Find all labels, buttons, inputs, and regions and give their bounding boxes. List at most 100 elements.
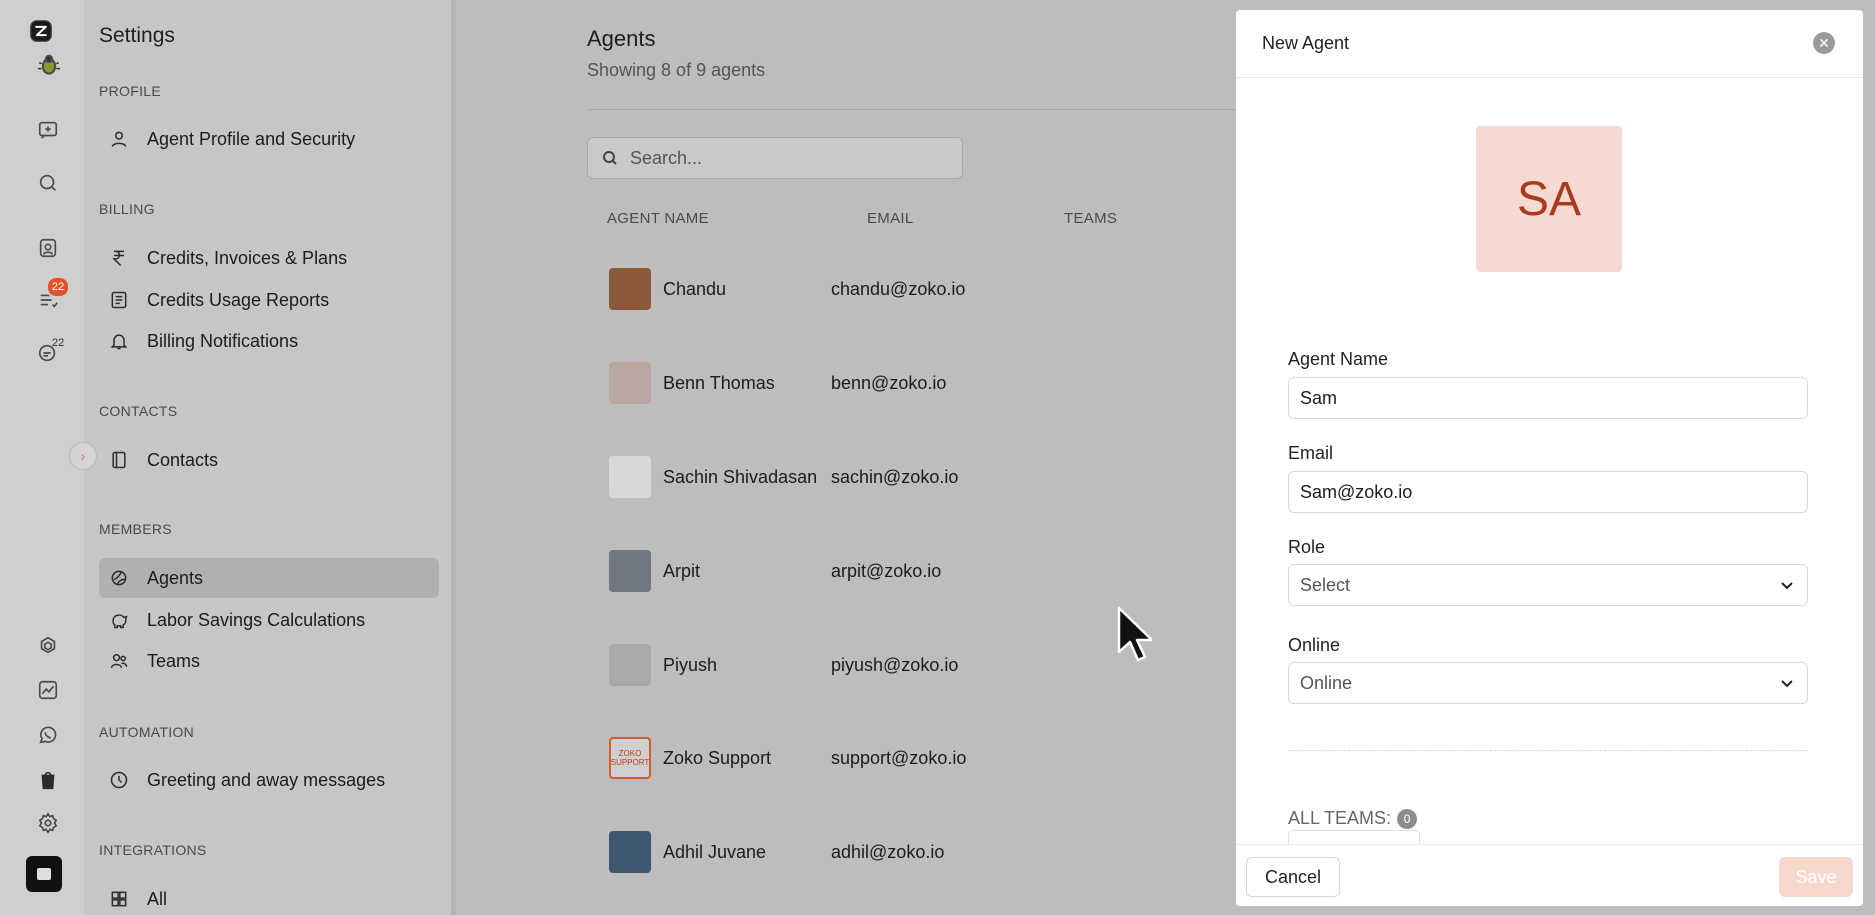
agent-avatar — [609, 456, 651, 498]
modal-header: New Agent — [1236, 10, 1863, 78]
nav-item-label: Contacts — [147, 449, 219, 470]
agent-initials-avatar: SA — [1476, 126, 1622, 272]
nav-item-greeting[interactable]: Greeting and away messages — [99, 760, 439, 800]
address-book-icon — [107, 448, 131, 472]
agent-name: Sachin Shivadasan — [663, 466, 818, 487]
agent-name: Arpit — [663, 560, 701, 581]
nav-item-billing-notifications[interactable]: Billing Notifications — [99, 321, 439, 361]
nav-item-label: All — [147, 888, 168, 909]
all-teams-header: ALL TEAMS: 0 — [1288, 808, 1418, 829]
role-select[interactable]: Select — [1288, 564, 1808, 606]
agent-name: Piyush — [663, 654, 718, 675]
search-icon[interactable] — [28, 163, 68, 203]
section-billing: BILLING — [99, 201, 155, 217]
section-profile: PROFILE — [99, 83, 162, 99]
agent-email: adhil@zoko.io — [831, 841, 945, 862]
agent-email: support@zoko.io — [831, 747, 967, 768]
nav-item-label: Credits Usage Reports — [147, 289, 330, 310]
new-chat-icon[interactable] — [28, 110, 68, 150]
table-row[interactable]: Chandu chandu@zoko.io — [609, 267, 1229, 311]
table-row[interactable]: Benn Thomas benn@zoko.io — [609, 361, 1229, 405]
mouse-cursor-icon — [1117, 606, 1152, 662]
settings-gear-icon[interactable] — [28, 803, 68, 843]
chat-count: 22 — [52, 337, 65, 349]
notification-badge: 22 — [46, 276, 70, 298]
nav-item-credits-plans[interactable]: Credits, Invoices & Plans — [99, 238, 439, 278]
agent-avatar — [609, 644, 651, 686]
email-field[interactable]: Sam@zoko.io — [1288, 471, 1808, 513]
role-label: Role — [1288, 537, 1326, 557]
nav-item-labor-savings[interactable]: Labor Savings Calculations — [99, 600, 439, 640]
chevron-down-icon — [1781, 582, 1793, 590]
new-agent-modal: New Agent ✕ SA Agent Name Sam Email Sam@… — [1236, 10, 1863, 906]
search-icon — [603, 151, 617, 165]
bug-icon[interactable] — [38, 54, 60, 76]
section-contacts: CONTACTS — [99, 403, 178, 419]
table-row[interactable]: Adhil Juvane adhil@zoko.io — [609, 830, 1229, 874]
section-integrations: INTEGRATIONS — [99, 842, 207, 858]
openai-icon[interactable] — [28, 626, 68, 666]
section-automation: AUTOMATION — [99, 724, 195, 740]
section-divider — [1288, 750, 1808, 751]
section-members: MEMBERS — [99, 521, 172, 537]
agent-name: Zoko Support — [663, 747, 772, 768]
team-icon — [107, 649, 131, 673]
report-icon — [107, 288, 131, 312]
zoko-logo-icon[interactable] — [30, 20, 52, 42]
agents-count: Showing 8 of 9 agents — [587, 60, 766, 80]
cancel-button[interactable]: Cancel — [1246, 857, 1340, 897]
close-button[interactable]: ✕ — [1813, 32, 1835, 54]
agent-email: arpit@zoko.io — [831, 560, 942, 581]
agent-avatar: ZOKO SUPPORT — [609, 737, 651, 779]
online-select[interactable]: Online — [1288, 662, 1808, 704]
column-header-email[interactable]: EMAIL — [867, 210, 914, 227]
modal-footer: Cancel Save — [1236, 844, 1863, 906]
nav-item-all[interactable]: All — [99, 879, 439, 915]
contacts-card-icon[interactable] — [28, 228, 68, 268]
nav-item-credits-usage[interactable]: Credits Usage Reports — [99, 280, 439, 320]
nav-item-label: Greeting and away messages — [147, 769, 386, 790]
nav-item-label: Agents — [147, 567, 204, 588]
rupee-icon — [107, 246, 131, 270]
clock-icon — [107, 768, 131, 792]
close-icon: ✕ — [1818, 34, 1830, 51]
online-label: Online — [1288, 635, 1341, 655]
agent-email: sachin@zoko.io — [831, 466, 959, 487]
table-row[interactable]: Sachin Shivadasan sachin@zoko.io — [609, 455, 1229, 499]
zoko-support-logo: ZOKO SUPPORT — [610, 749, 650, 767]
nav-item-label: Billing Notifications — [147, 330, 299, 351]
agent-name-field[interactable]: Sam — [1288, 377, 1808, 419]
agent-avatar — [609, 362, 651, 404]
search-input[interactable] — [630, 147, 950, 169]
agent-name: Adhil Juvane — [663, 841, 767, 862]
grid-icon — [107, 887, 131, 911]
settings-nav: Settings PROFILE Agent Profile and Secur… — [84, 0, 456, 915]
email-label: Email — [1288, 443, 1334, 463]
nav-item-label: Labor Savings Calculations — [147, 609, 366, 630]
analytics-icon[interactable] — [28, 670, 68, 710]
nav-item-label: Agent Profile and Security — [147, 128, 356, 149]
nav-item-agents[interactable]: Agents — [99, 558, 439, 598]
nav-item-agent-profile[interactable]: Agent Profile and Security — [99, 119, 439, 159]
nav-item-contacts[interactable]: Contacts — [99, 440, 439, 480]
role-select-value: Select — [1300, 574, 1351, 595]
nav-item-teams[interactable]: Teams — [99, 641, 439, 681]
column-header-teams[interactable]: TEAMS — [1064, 210, 1117, 227]
online-select-value: Online — [1300, 672, 1353, 693]
table-row[interactable]: ZOKO SUPPORT Zoko Support support@zoko.io — [609, 736, 1229, 780]
chat-glyph-icon — [37, 868, 51, 880]
shopify-icon[interactable] — [28, 760, 68, 800]
modal-title: New Agent — [1262, 33, 1350, 53]
column-header-name[interactable]: AGENT NAME — [607, 210, 709, 227]
table-row[interactable]: Arpit arpit@zoko.io — [609, 549, 1229, 593]
agent-email: benn@zoko.io — [831, 372, 947, 393]
agent-search-box[interactable] — [587, 137, 963, 179]
whatsapp-icon[interactable] — [28, 715, 68, 755]
divider — [587, 109, 1237, 110]
agent-name: Chandu — [663, 278, 727, 299]
collapse-nav-button[interactable]: › — [69, 442, 97, 470]
headset-icon — [107, 566, 131, 590]
save-button[interactable]: Save — [1779, 857, 1853, 897]
user-avatar-tile[interactable] — [26, 856, 62, 892]
agent-avatar — [609, 831, 651, 873]
